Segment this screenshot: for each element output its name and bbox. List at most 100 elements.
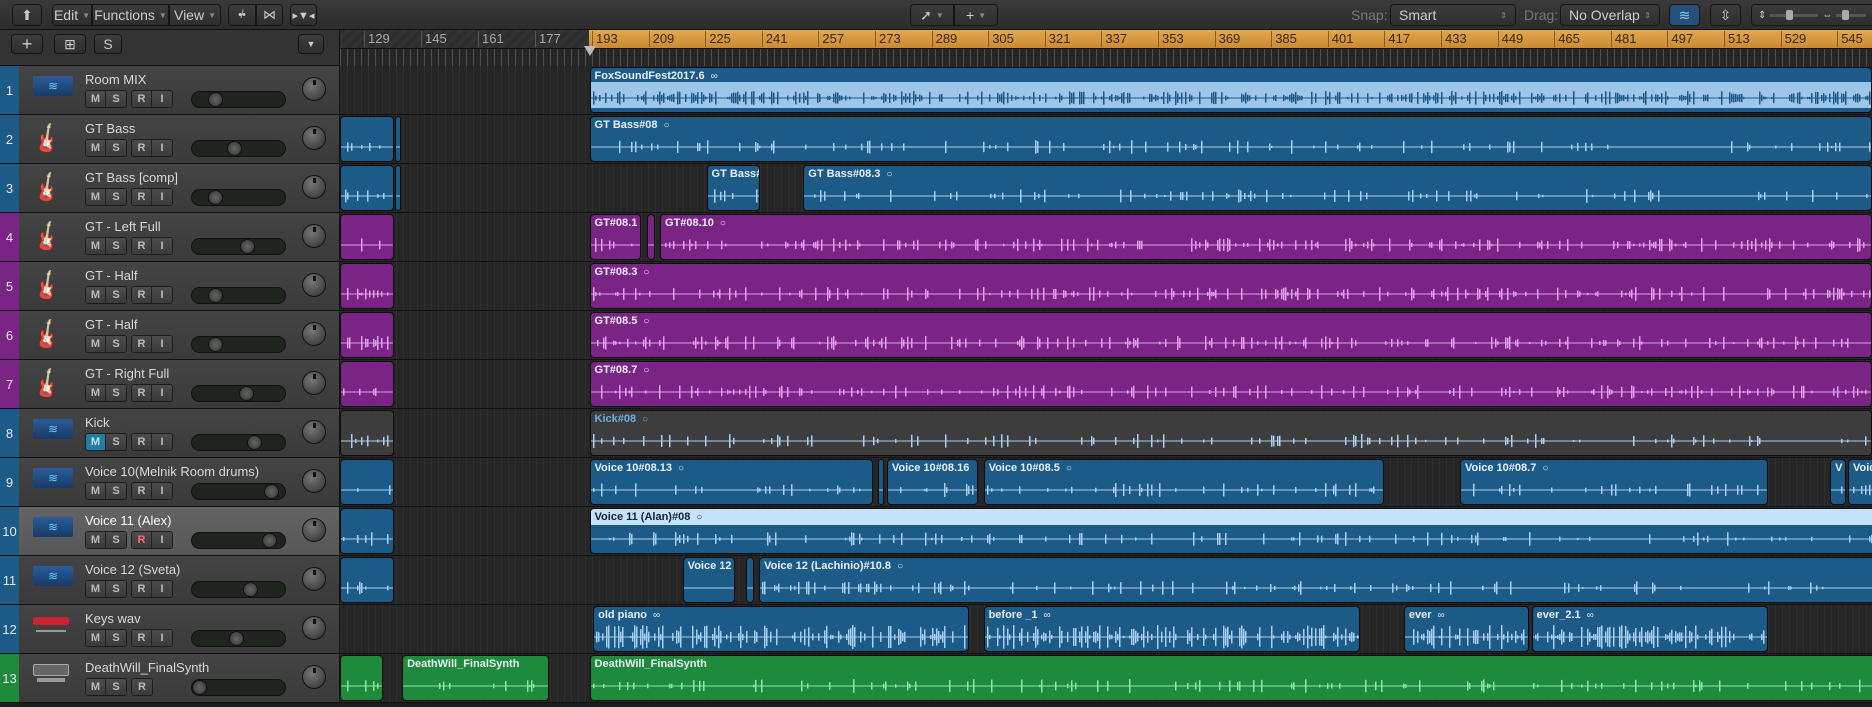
track-lane[interactable]: DeathWill_FinalSynth DeathWill_FinalSynth [340, 654, 1872, 702]
record-enable-button[interactable]: R [132, 630, 152, 646]
pan-knob[interactable] [302, 616, 326, 640]
volume-slider-knob[interactable] [192, 680, 207, 695]
input-monitor-button[interactable]: I [152, 630, 172, 646]
mute-button[interactable]: M [86, 91, 106, 107]
view-menu[interactable]: View ▼ [169, 4, 221, 26]
functions-menu[interactable]: Functions ▼ [92, 4, 169, 26]
track-row[interactable]: 10 ≋ Voice 11 (Alex) MSRI Voice 11 (Alan… [0, 507, 1872, 556]
track-lane[interactable]: GT Bass# GT Bass#08.3 ○ [340, 164, 1872, 212]
region[interactable]: GT#08.10 ○ [659, 214, 1872, 260]
region[interactable] [340, 312, 394, 358]
volume-slider[interactable] [191, 532, 286, 549]
track-header[interactable]: ≋ Voice 10(Melnik Room drums) MSRI [19, 458, 340, 506]
track-header[interactable]: 🎸 GT - Right Full MSRI [19, 360, 340, 408]
track-lane[interactable]: FoxSoundFest2017.6 ∞ [340, 66, 1872, 114]
vertical-zoom-slider[interactable] [1770, 9, 1819, 20]
solo-button[interactable]: S [106, 238, 126, 254]
region[interactable]: DeathWill_FinalSynth [589, 655, 1872, 701]
track-lane[interactable]: Voice 12 Voice 12 (Lachinio)#10.8 ○ [340, 556, 1872, 604]
horizontal-zoom-slider[interactable] [1836, 9, 1867, 20]
track-header[interactable]: Keys wav MSRI [19, 605, 340, 653]
track-lane[interactable]: Voice 10#08.13 ○ Voice 10#08.16 Voice 10#08… [340, 458, 1872, 506]
solo-button[interactable]: S [106, 287, 126, 303]
record-enable-button[interactable]: R [132, 483, 152, 499]
region[interactable]: GT Bass# [706, 165, 761, 211]
record-enable-button[interactable]: R [132, 385, 152, 401]
waveform-zoom-button[interactable]: ≋ [1669, 4, 1700, 26]
solo-button[interactable]: S [106, 385, 126, 401]
vertical-fit-button[interactable]: ⇳ [1710, 4, 1741, 26]
track-header[interactable]: 🎸 GT Bass [comp] MSRI [19, 164, 340, 212]
track-row[interactable]: 9 ≋ Voice 10(Melnik Room drums) MSRI Voi… [0, 458, 1872, 507]
volume-slider-knob[interactable] [238, 386, 254, 401]
track-header[interactable]: ≋ Kick MSRI [19, 409, 340, 457]
region[interactable] [340, 116, 394, 162]
input-monitor-button[interactable]: I [152, 385, 172, 401]
record-enable-button[interactable]: R [132, 91, 152, 107]
mute-button[interactable]: M [86, 581, 106, 597]
mute-button[interactable]: M [86, 630, 106, 646]
track-name[interactable]: GT - Right Full [85, 366, 169, 381]
track-row[interactable]: 11 ≋ Voice 12 (Sveta) MSRI Voice 12 Voice… [0, 556, 1872, 605]
solo-button[interactable]: S [106, 189, 126, 205]
solo-button[interactable]: S [106, 336, 126, 352]
region[interactable]: FoxSoundFest2017.6 ∞ [589, 67, 1872, 113]
region[interactable]: Voice 12 (Lachinio)#10.8 ○ [759, 557, 1872, 603]
mute-button[interactable]: M [86, 434, 106, 450]
mute-button[interactable]: M [86, 336, 106, 352]
solo-button[interactable]: S [106, 679, 126, 695]
region[interactable]: GT#08.5 ○ [589, 312, 1872, 358]
track-row[interactable]: 13 DeathWill_FinalSynth MSR DeathWill_Fi… [0, 654, 1872, 703]
region[interactable] [646, 214, 656, 260]
pan-knob[interactable] [302, 371, 326, 395]
solo-button[interactable]: S [106, 483, 126, 499]
track-header[interactable]: 🎸 GT - Left Full MSRI [19, 213, 340, 261]
input-monitor-button[interactable]: I [152, 581, 172, 597]
track-row[interactable]: 7 🎸 GT - Right Full MSRI GT#08.7 ○ [0, 360, 1872, 409]
volume-slider-knob[interactable] [240, 239, 256, 254]
volume-slider-knob[interactable] [263, 484, 279, 499]
input-monitor-button[interactable]: I [152, 287, 172, 303]
solo-button[interactable]: S [106, 91, 126, 107]
track-name[interactable]: Keys wav [85, 611, 141, 626]
record-enable-button[interactable]: R [132, 140, 152, 156]
region[interactable] [340, 655, 383, 701]
track-name[interactable]: GT - Half [85, 268, 138, 283]
track-name[interactable]: Voice 12 (Sveta) [85, 562, 180, 577]
track-header[interactable]: 🎸 GT - Half MSRI [19, 262, 340, 310]
region[interactable] [340, 214, 394, 260]
global-solo-button[interactable]: S [94, 34, 122, 54]
track-name[interactable]: GT Bass [85, 121, 135, 136]
track-name[interactable]: GT Bass [comp] [85, 170, 178, 185]
solo-button[interactable]: S [106, 434, 126, 450]
region[interactable]: Voice 12 [682, 557, 736, 603]
track-name[interactable]: Kick [85, 415, 110, 430]
flex-button[interactable]: ⋈ [256, 4, 283, 26]
track-row[interactable]: 8 ≋ Kick MSRI Kick#08 ○ [0, 409, 1872, 458]
volume-slider[interactable] [191, 385, 286, 402]
bar-ruler[interactable]: 129 145 161 177 193 209 225 241 257 273 289 305 321 3… [340, 30, 1872, 66]
catch-button[interactable]: ▸▼◂ [290, 4, 317, 26]
volume-slider-knob[interactable] [207, 190, 223, 205]
command-click-tool-menu[interactable]: + ▼ [954, 4, 998, 26]
solo-button[interactable]: S [106, 630, 126, 646]
track-lane[interactable]: GT#08.5 ○ [340, 311, 1872, 359]
track-options-button[interactable]: ▼ [298, 34, 324, 54]
region[interactable]: ever ∞ [1403, 606, 1530, 652]
solo-button[interactable]: S [106, 581, 126, 597]
track-row[interactable]: 5 🎸 GT - Half MSRI GT#08.3 ○ [0, 262, 1872, 311]
pan-knob[interactable] [302, 665, 326, 689]
input-monitor-button[interactable]: I [152, 483, 172, 499]
record-enable-button[interactable]: R [132, 189, 152, 205]
left-click-tool-menu[interactable]: ➚ ▼ [910, 4, 954, 26]
record-enable-button[interactable]: R [132, 434, 152, 450]
track-name[interactable]: Voice 10(Melnik Room drums) [85, 464, 259, 479]
volume-slider-knob[interactable] [207, 337, 223, 352]
region[interactable]: Voice 10#08.16 [886, 459, 978, 505]
region[interactable]: Voice 10#08.5 ○ [983, 459, 1384, 505]
solo-button[interactable]: S [106, 140, 126, 156]
snap-select[interactable]: Smart ⇕ [1390, 4, 1516, 26]
record-enable-button[interactable]: R [132, 336, 152, 352]
volume-slider-knob[interactable] [207, 92, 223, 107]
track-row[interactable]: 1 ≋ Room MIX MSRI FoxSoundFest2017.6 ∞ [0, 66, 1872, 115]
